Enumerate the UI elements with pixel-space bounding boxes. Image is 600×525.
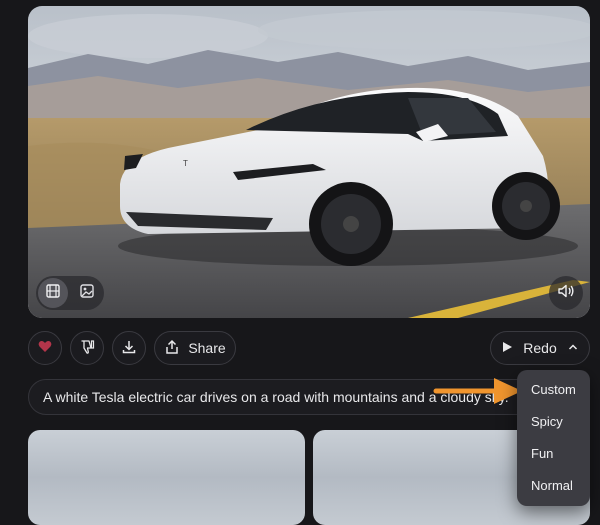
redo-label: Redo	[523, 340, 557, 356]
menu-item-fun[interactable]: Fun	[517, 439, 590, 469]
redo-options-menu: Custom Spicy Fun Normal	[517, 370, 590, 506]
image-view-button[interactable]	[72, 278, 102, 308]
film-icon	[45, 283, 61, 304]
play-icon	[501, 340, 513, 356]
menu-item-normal[interactable]: Normal	[517, 471, 590, 501]
menu-item-custom[interactable]: Custom	[517, 375, 590, 405]
download-icon	[121, 339, 137, 358]
menu-item-spicy[interactable]: Spicy	[517, 407, 590, 437]
download-button[interactable]	[112, 331, 146, 365]
svg-text:T: T	[183, 159, 188, 168]
orange-arrow-annotation	[430, 376, 530, 411]
redo-button[interactable]: Redo	[490, 331, 590, 365]
video-view-button[interactable]	[38, 278, 68, 308]
speaker-icon	[557, 283, 575, 304]
thumbs-down-icon	[79, 339, 95, 358]
share-icon	[164, 339, 180, 358]
sound-toggle-button[interactable]	[549, 276, 583, 310]
dislike-button[interactable]	[70, 331, 104, 365]
thumbnail-1[interactable]	[28, 430, 305, 525]
media-type-toggle[interactable]	[36, 276, 104, 310]
heart-icon	[38, 340, 52, 356]
image-icon	[79, 283, 95, 304]
generated-video-preview[interactable]: T	[28, 6, 590, 318]
share-button[interactable]: Share	[154, 331, 236, 365]
car-scene-image: T	[28, 6, 590, 318]
like-button[interactable]	[28, 331, 62, 365]
share-label: Share	[188, 340, 226, 356]
chevron-up-icon[interactable]	[567, 340, 579, 356]
